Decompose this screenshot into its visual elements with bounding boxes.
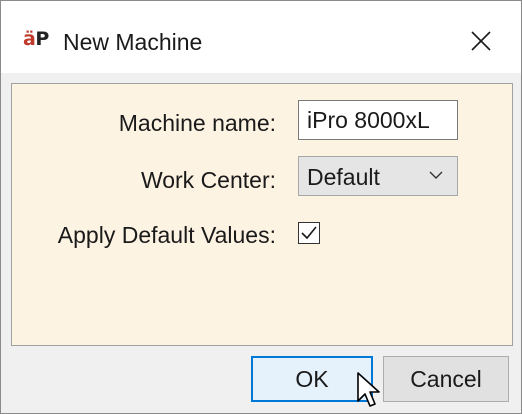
chevron-down-icon xyxy=(429,171,443,179)
work-center-value: Default xyxy=(307,164,380,190)
machine-name-input[interactable] xyxy=(298,100,458,140)
close-icon xyxy=(471,31,491,51)
work-center-label: Work Center: xyxy=(140,167,276,193)
apply-default-values-checkbox[interactable] xyxy=(298,222,320,244)
machine-name-label: Machine name: xyxy=(118,110,276,136)
ok-button[interactable]: OK xyxy=(251,356,373,402)
title-bar: äP New Machine xyxy=(1,1,521,73)
window-title: New Machine xyxy=(63,29,203,55)
check-icon xyxy=(301,226,317,240)
dialog-window: äP New Machine Machine name: Work Center… xyxy=(0,0,522,414)
apply-default-values-label: Apply Default Values: xyxy=(57,222,276,248)
app-logo: äP xyxy=(23,28,49,50)
close-button[interactable] xyxy=(453,19,509,63)
form-panel: Machine name: Work Center: Default Apply… xyxy=(11,83,513,346)
work-center-select[interactable]: Default xyxy=(298,156,458,196)
cancel-button[interactable]: Cancel xyxy=(383,356,509,402)
